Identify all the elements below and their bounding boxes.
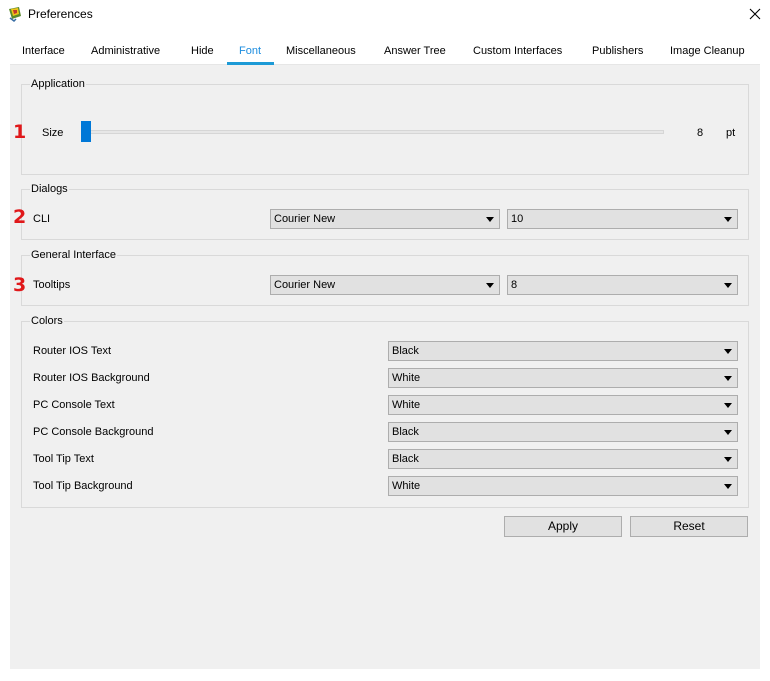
title-bar: Preferences: [0, 0, 770, 30]
tab-custom-interfaces[interactable]: Custom Interfaces: [473, 45, 562, 64]
packet-tracer-icon: [9, 7, 21, 22]
apply-button[interactable]: Apply: [504, 516, 622, 537]
color-row-label: Router IOS Background: [33, 372, 150, 384]
cli-label: CLI: [33, 213, 51, 225]
color-row-label: Tool Tip Background: [33, 480, 133, 492]
window-title: Preferences: [28, 7, 93, 21]
close-icon: [749, 8, 761, 20]
tooltips-size-value: 8: [511, 279, 518, 291]
color-row-value: White: [392, 399, 421, 411]
tooltips-size-select[interactable]: 8: [507, 275, 738, 295]
cli-font-value: Courier New: [274, 213, 336, 225]
reset-button[interactable]: Reset: [630, 516, 748, 537]
tab-hide[interactable]: Hide: [191, 45, 214, 64]
annotation-marker-3: 3: [13, 274, 27, 296]
tab-interface[interactable]: Interface: [22, 45, 65, 64]
color-row-value: Black: [392, 345, 419, 357]
tooltips-font-select[interactable]: Courier New: [270, 275, 500, 295]
close-button[interactable]: [740, 0, 770, 28]
tab-administrative[interactable]: Administrative: [91, 45, 160, 64]
color-row-label: Router IOS Text: [33, 345, 112, 357]
color-row-label: Tool Tip Text: [33, 453, 94, 465]
tab-answer-tree[interactable]: Answer Tree: [384, 45, 446, 64]
tool-tip-background-select[interactable]: White: [388, 476, 738, 496]
general-interface-group: General Interface Tooltips Courier New 8: [21, 248, 749, 306]
annotation-marker-2: 2: [13, 206, 27, 228]
color-row-label: PC Console Background: [33, 426, 154, 438]
tool-tip-text-select[interactable]: Black: [388, 449, 738, 469]
size-slider-thumb[interactable]: [81, 121, 91, 142]
dialogs-group: Dialogs CLI Courier New 10: [21, 182, 749, 240]
size-value: 8: [697, 127, 704, 139]
router-ios-text-select[interactable]: Black: [388, 341, 738, 361]
color-row-value: White: [392, 480, 421, 492]
chevron-down-icon: [724, 349, 732, 354]
chevron-down-icon: [724, 283, 732, 288]
tooltips-font-value: Courier New: [274, 279, 336, 291]
general-interface-group-title: General Interface: [30, 248, 117, 262]
tab-publishers[interactable]: Publishers: [592, 45, 643, 64]
colors-group-title: Colors: [30, 314, 64, 328]
tab-bar: Interface Administrative Hide Font Misce…: [10, 38, 760, 65]
size-label: Size: [42, 127, 64, 139]
cli-size-select[interactable]: 10: [507, 209, 738, 229]
chevron-down-icon: [724, 484, 732, 489]
size-slider-track[interactable]: [81, 130, 664, 134]
cli-font-select[interactable]: Courier New: [270, 209, 500, 229]
pc-console-text-select[interactable]: White: [388, 395, 738, 415]
dialogs-group-title: Dialogs: [30, 182, 69, 196]
chevron-down-icon: [724, 217, 732, 222]
color-row-label: PC Console Text: [33, 399, 115, 411]
color-row-value: White: [392, 372, 421, 384]
chevron-down-icon: [724, 430, 732, 435]
tab-image-cleanup[interactable]: Image Cleanup: [670, 45, 745, 64]
chevron-down-icon: [486, 217, 494, 222]
chevron-down-icon: [724, 457, 732, 462]
annotation-marker-1: 1: [13, 121, 27, 143]
router-ios-background-select[interactable]: White: [388, 368, 738, 388]
color-row-value: Black: [392, 453, 419, 465]
tab-miscellaneous[interactable]: Miscellaneous: [286, 45, 356, 64]
color-row-value: Black: [392, 426, 419, 438]
chevron-down-icon: [724, 376, 732, 381]
chevron-down-icon: [724, 403, 732, 408]
application-group: Application Size 8 pt: [21, 77, 749, 175]
tooltips-label: Tooltips: [33, 279, 71, 291]
cli-size-value: 10: [511, 213, 524, 225]
size-unit: pt: [726, 127, 736, 139]
application-group-title: Application: [30, 77, 86, 91]
colors-group: Colors Router IOS Text Black Router IOS …: [21, 314, 749, 508]
font-settings-panel: Application Size 8 pt Dialogs CLI Courie…: [10, 65, 760, 669]
chevron-down-icon: [486, 283, 494, 288]
pc-console-background-select[interactable]: Black: [388, 422, 738, 442]
